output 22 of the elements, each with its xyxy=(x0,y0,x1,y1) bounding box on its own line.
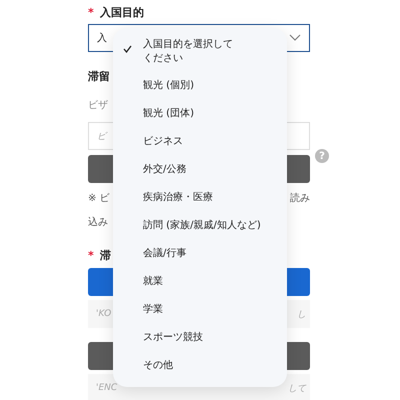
menu-item[interactable]: 訪問 (家族/親戚/知人など) xyxy=(113,212,287,240)
check-icon xyxy=(123,45,132,53)
chevron-icon xyxy=(289,34,301,42)
field-label: 滞 xyxy=(100,248,111,262)
menu-item[interactable]: 観光 (団体) xyxy=(113,100,287,128)
menu-item[interactable]: 就業 xyxy=(113,268,287,296)
menu-item[interactable]: スポーツ競技 xyxy=(113,324,287,352)
note-text: ※ ビ xyxy=(88,192,110,205)
menu-item[interactable]: 会議/行事 xyxy=(113,240,287,268)
field-label: ビザ xyxy=(88,99,109,112)
menu-item[interactable]: 疾病治療・医療 xyxy=(113,184,287,212)
field-label: 入国目的 xyxy=(100,4,144,20)
required-mark: * xyxy=(88,6,94,18)
menu-item[interactable]: 入国目的を選択してください xyxy=(113,34,287,72)
note-text: 読み xyxy=(290,192,310,205)
menu-item[interactable]: 外交/公務 xyxy=(113,156,287,184)
menu-item[interactable]: 学業 xyxy=(113,296,287,324)
note-text: 込み xyxy=(88,216,108,229)
section-label: 滞留 xyxy=(88,68,110,84)
menu-item[interactable]: ビジネス xyxy=(113,128,287,156)
menu-item[interactable]: 観光 (個別) xyxy=(113,72,287,100)
required-mark: * xyxy=(88,248,94,262)
